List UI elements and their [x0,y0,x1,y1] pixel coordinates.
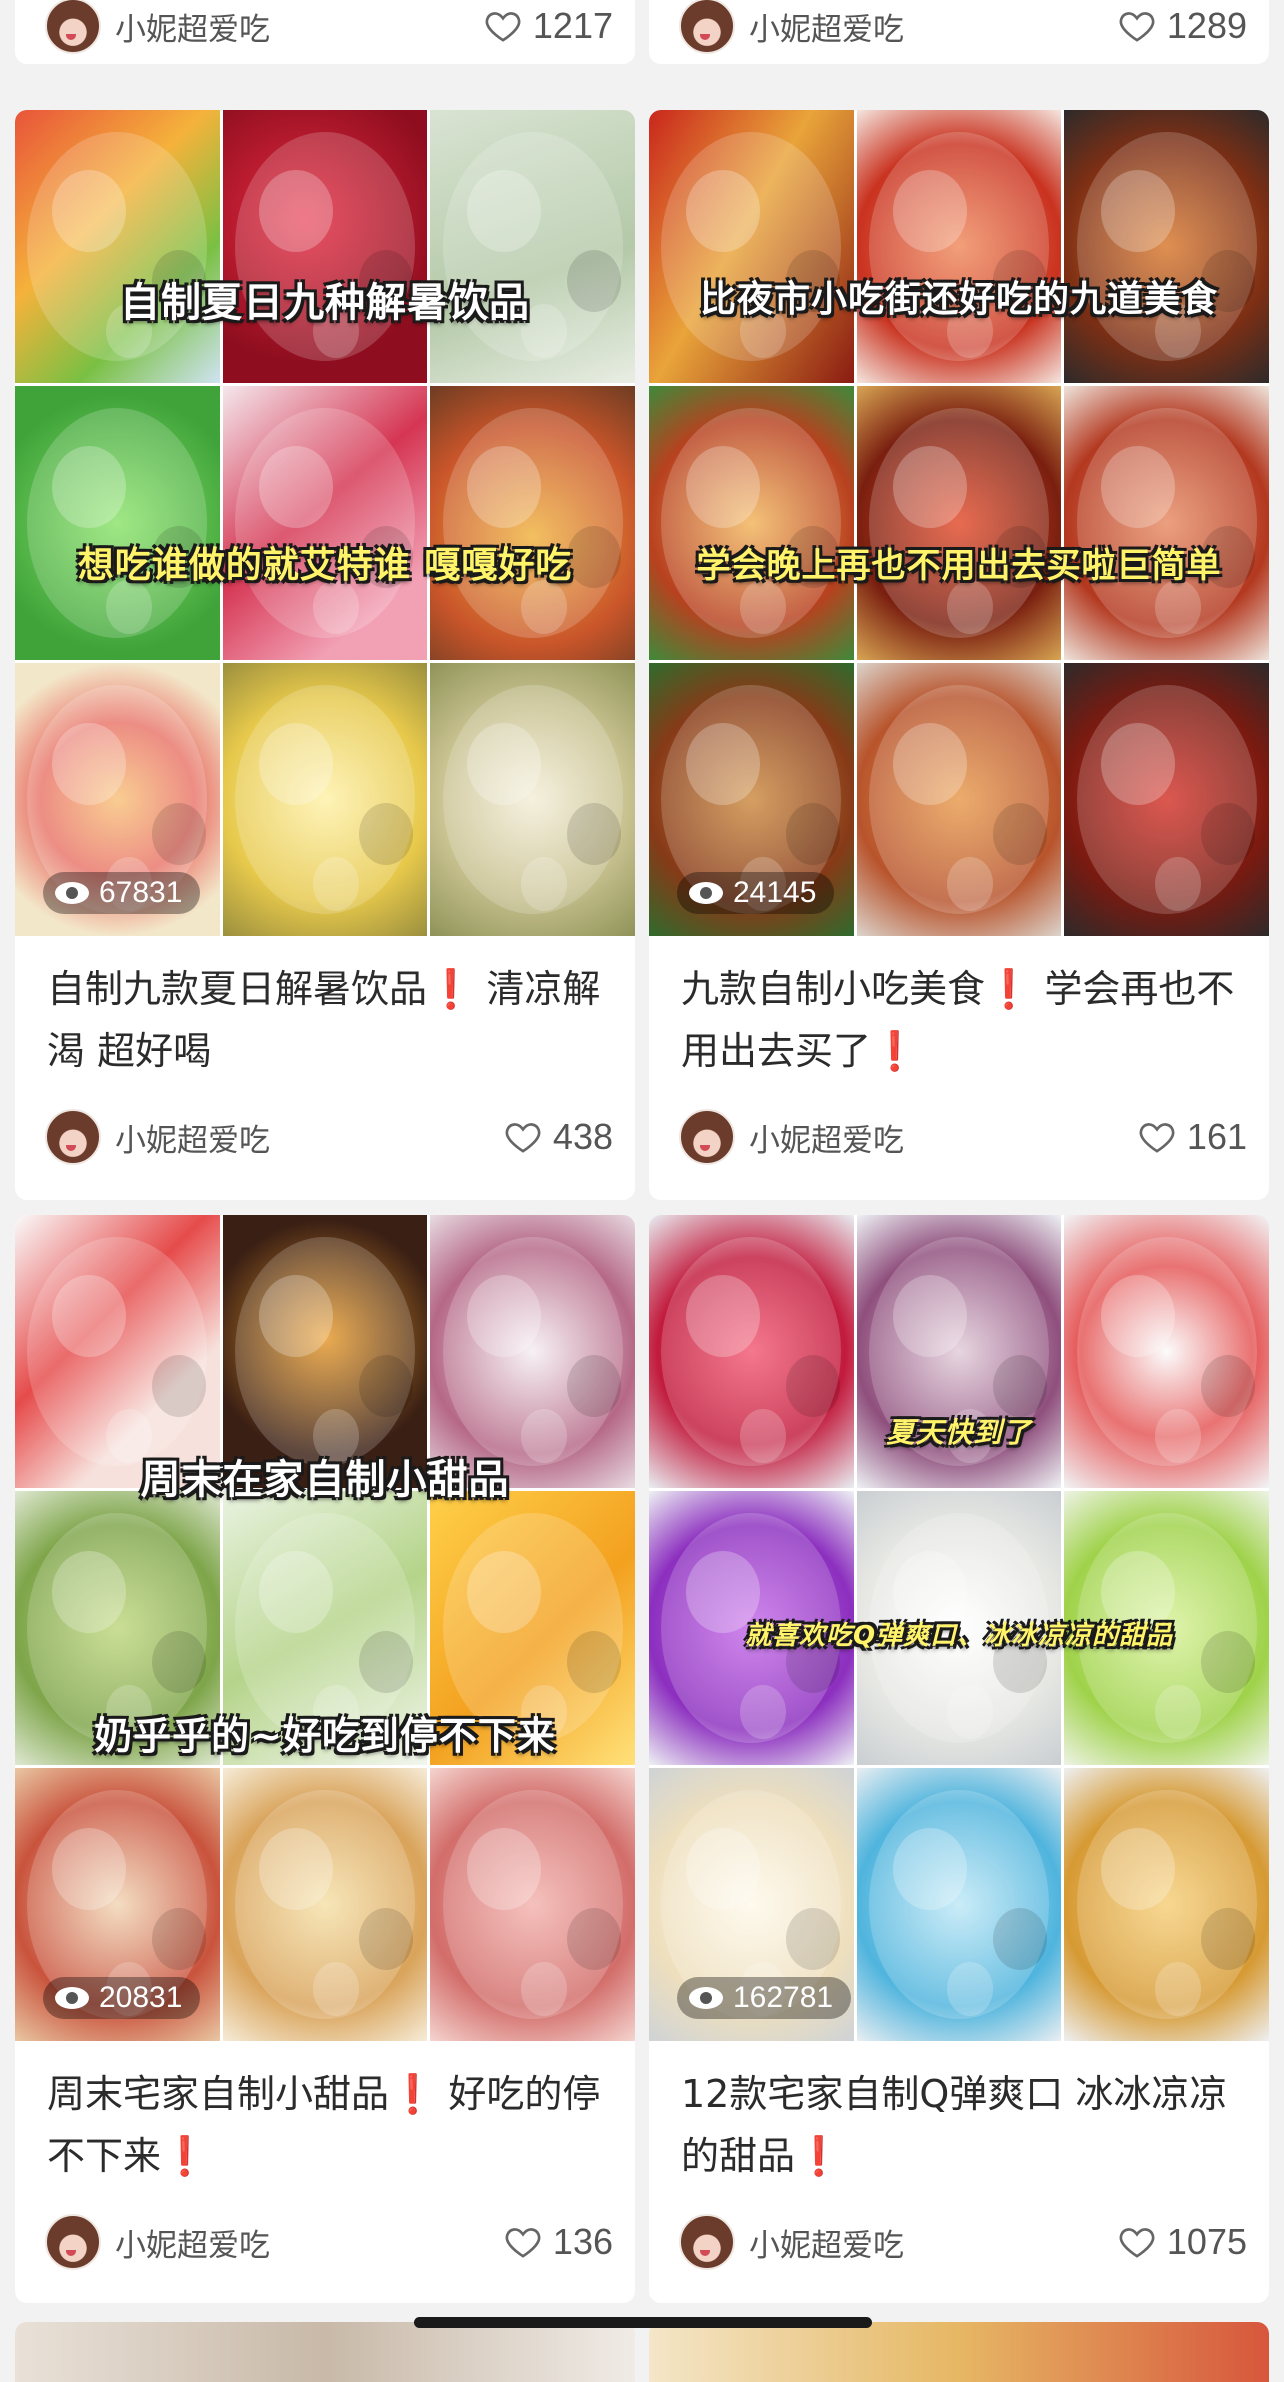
like-button[interactable]: 1075 [1117,2221,1247,2263]
eye-icon [689,882,723,904]
view-count-badge: 24145 [677,872,835,914]
red-exclamation-icon: ❗ [871,1029,919,1073]
heart-outline-icon [505,2228,541,2258]
like-count: 438 [552,1116,613,1157]
view-count-badge: 67831 [43,872,201,914]
cover-caption: 就喜欢吃Q弹爽口、冰冰凉凉的甜品 [744,1621,1174,1651]
like-button[interactable]: 438 [503,1116,613,1158]
author-name[interactable]: 小妮超爱吃 [115,2220,503,2265]
note-card[interactable]: 夏天快到了 就喜欢吃Q弹爽口、冰冰凉凉的甜品 162781 12款宅家自制Q弹爽… [649,1215,1269,2303]
like-button[interactable]: 1217 [483,5,613,47]
cover-image[interactable]: 周末在家自制小甜品 奶乎乎的~好吃到停不下来 20831 [15,1215,635,2041]
cover-caption: 自制夏日九种解暑饮品 [120,280,530,326]
author-name[interactable]: 小妮超爱吃 [115,4,483,49]
note-card-partial[interactable]: 小妮超爱吃 1289 [649,0,1269,64]
avatar[interactable] [679,2214,735,2270]
heart-outline-icon [1139,1123,1175,1153]
like-count: 1075 [1166,2221,1247,2262]
food-collage [649,110,1269,936]
heart-outline-icon [1119,2228,1155,2258]
eye-icon [689,1987,723,2009]
view-count: 162781 [733,1981,834,2014]
avatar[interactable] [679,0,735,54]
avatar[interactable] [679,1109,735,1165]
cover-caption: 夏天快到了 [886,1416,1032,1449]
like-count: 136 [552,2221,613,2262]
cover-caption: 奶乎乎的~好吃到停不下来 [94,1714,556,1758]
cover-image[interactable]: 夏天快到了 就喜欢吃Q弹爽口、冰冰凉凉的甜品 162781 [649,1215,1269,2041]
card-meta: 小妮超爱吃 161 [649,1082,1269,1192]
red-exclamation-icon: ❗ [985,967,1033,1011]
red-exclamation-icon: ❗ [161,2134,209,2178]
view-count-badge: 162781 [677,1977,852,2019]
note-title[interactable]: 九款自制小吃美食❗ 学会再也不用出去买了❗ [649,936,1269,1082]
avatar[interactable] [45,1109,101,1165]
heart-outline-icon [1119,12,1155,42]
note-card[interactable]: 比夜市小吃街还好吃的九道美食 学会晚上再也不用出去买啦巨简单 24145 九款自… [649,110,1269,1200]
view-count: 67831 [99,876,183,909]
view-count: 24145 [733,876,817,909]
cover-caption: 周末在家自制小甜品 [140,1457,510,1503]
heart-outline-icon [485,12,521,42]
card-meta: 小妮超爱吃 136 [15,2187,635,2297]
cover-image[interactable]: 自制夏日九种解暑饮品 想吃谁做的就艾特谁 嘎嘎好吃 67831 [15,110,635,936]
note-title[interactable]: 12款宅家自制Q弹爽口 冰冰凉凉的甜品❗ [649,2041,1269,2187]
eye-icon [55,882,89,904]
view-count-badge: 20831 [43,1977,201,2019]
food-collage [15,1215,635,2041]
author-name[interactable]: 小妮超爱吃 [749,2220,1117,2265]
note-title[interactable]: 自制九款夏日解暑饮品❗ 清凉解渴 超好喝 [15,936,635,1082]
author-name[interactable]: 小妮超爱吃 [115,1115,503,1160]
card-meta: 小妮超爱吃 438 [15,1082,635,1192]
like-button[interactable]: 136 [503,2221,613,2263]
card-meta: 小妮超爱吃 1289 [649,0,1269,64]
food-collage [15,110,635,936]
cover-caption: 学会晚上再也不用出去买啦巨简单 [696,546,1222,586]
red-exclamation-icon: ❗ [795,2134,843,2178]
next-card-peek[interactable] [649,2322,1269,2382]
cover-caption: 比夜市小吃街还好吃的九道美食 [699,279,1218,320]
cover-caption: 想吃谁做的就艾特谁 嘎嘎好吃 [77,545,573,586]
note-card-partial[interactable]: 小妮超爱吃 1217 [15,0,635,64]
red-exclamation-icon: ❗ [427,967,475,1011]
author-name[interactable]: 小妮超爱吃 [749,4,1117,49]
author-name[interactable]: 小妮超爱吃 [749,1115,1137,1160]
note-card[interactable]: 自制夏日九种解暑饮品 想吃谁做的就艾特谁 嘎嘎好吃 67831 自制九款夏日解暑… [15,110,635,1200]
like-count: 1217 [532,5,613,46]
card-meta: 小妮超爱吃 1075 [649,2187,1269,2297]
home-indicator[interactable] [414,2317,872,2328]
eye-icon [55,1987,89,2009]
like-button[interactable]: 161 [1137,1116,1247,1158]
view-count: 20831 [99,1981,183,2014]
avatar[interactable] [45,0,101,54]
like-button[interactable]: 1289 [1117,5,1247,47]
note-card[interactable]: 周末在家自制小甜品 奶乎乎的~好吃到停不下来 20831 周末宅家自制小甜品❗ … [15,1215,635,2303]
next-card-peek[interactable] [15,2322,635,2382]
cover-image[interactable]: 比夜市小吃街还好吃的九道美食 学会晚上再也不用出去买啦巨简单 24145 [649,110,1269,936]
like-count: 1289 [1166,5,1247,46]
red-exclamation-icon: ❗ [389,2072,437,2116]
heart-outline-icon [505,1123,541,1153]
avatar[interactable] [45,2214,101,2270]
card-meta: 小妮超爱吃 1217 [15,0,635,64]
note-title[interactable]: 周末宅家自制小甜品❗ 好吃的停不下来❗ [15,2041,635,2187]
like-count: 161 [1186,1116,1247,1157]
